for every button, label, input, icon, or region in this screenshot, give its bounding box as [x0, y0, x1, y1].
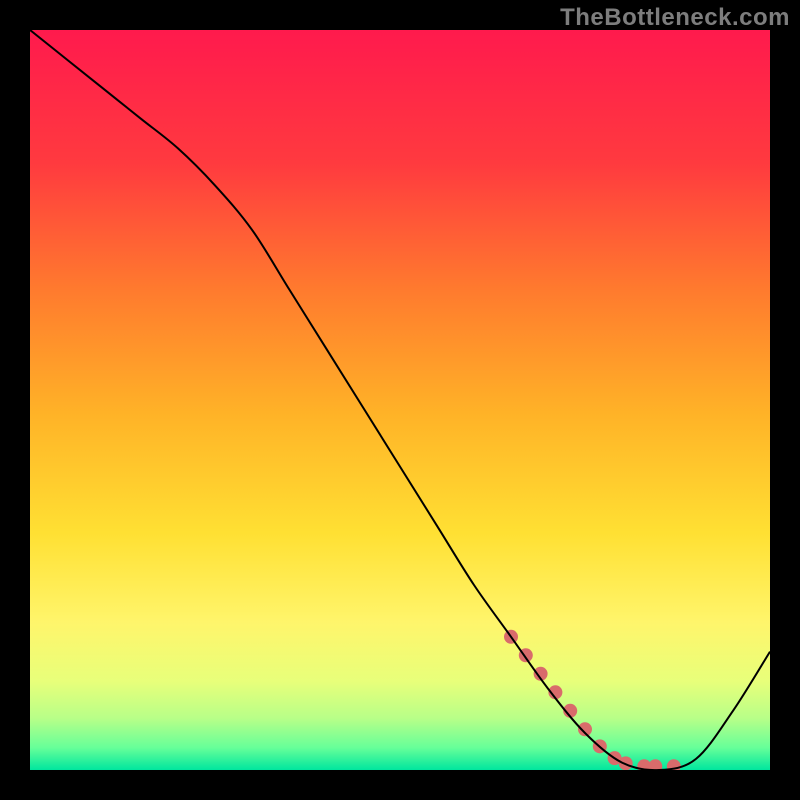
bottleneck-curve: [30, 30, 770, 770]
plot-area: [30, 30, 770, 770]
marker-dot: [619, 756, 633, 770]
chart-container: TheBottleneck.com: [0, 0, 800, 800]
chart-overlay: [30, 30, 770, 770]
marker-dot: [648, 759, 662, 770]
watermark-label: TheBottleneck.com: [560, 4, 790, 32]
marker-group: [504, 630, 681, 770]
